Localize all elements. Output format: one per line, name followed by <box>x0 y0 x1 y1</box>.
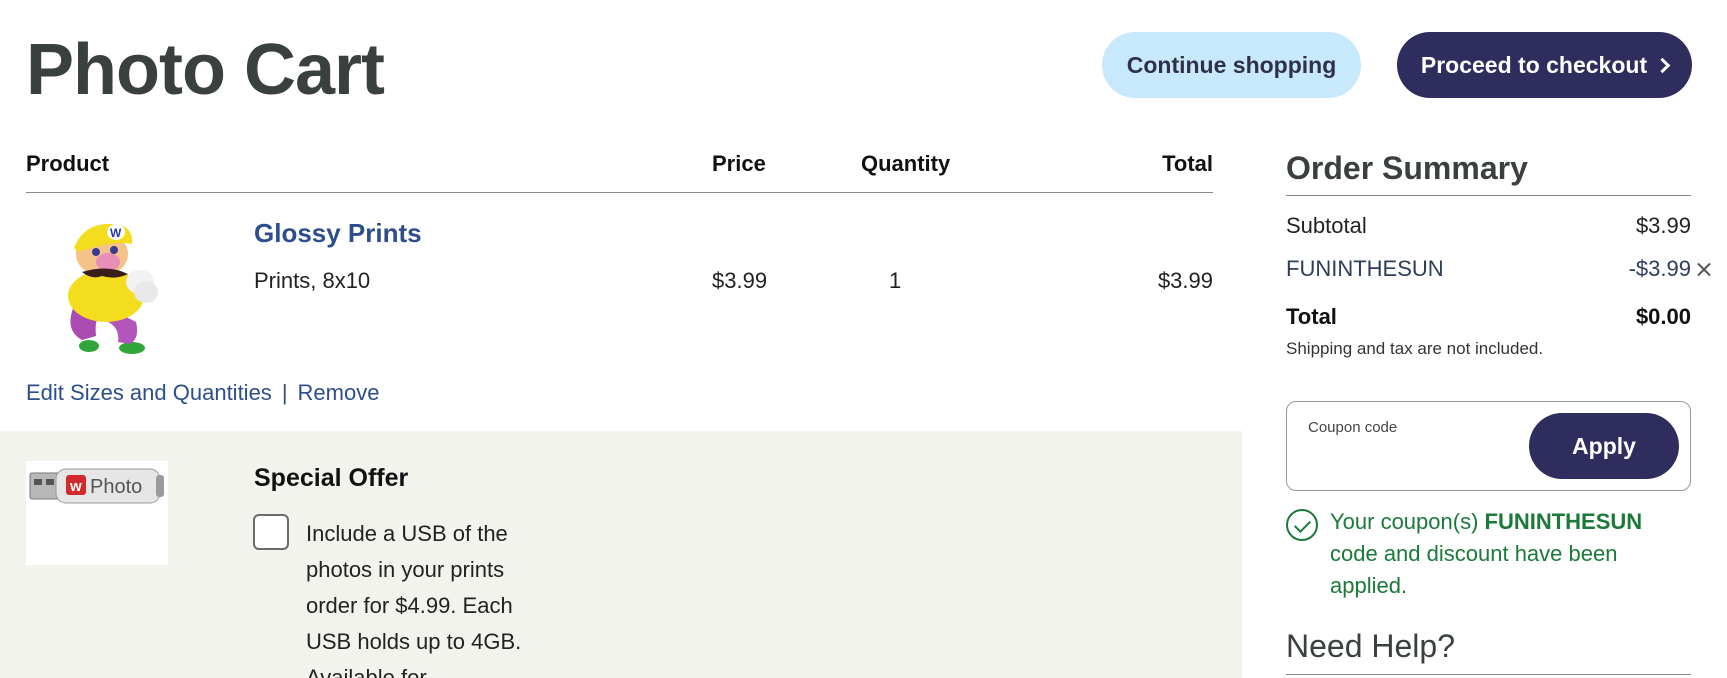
column-header-quantity: Quantity <box>861 151 951 176</box>
page-title: Photo Cart <box>26 30 385 110</box>
special-offer-text: Include a USB of the photos in your prin… <box>306 521 522 678</box>
product-thumbnail[interactable]: W <box>44 218 174 354</box>
need-help-heading: Need Help? <box>1286 628 1455 664</box>
need-help-divider <box>1286 674 1691 675</box>
coupon-code-label: Coupon code <box>1308 419 1398 436</box>
coupon-discount-row: FUNINTHESUN -$3.99 <box>1286 256 1691 282</box>
usb-brand-text: Photo <box>90 476 142 498</box>
apply-coupon-button[interactable]: Apply <box>1529 413 1679 479</box>
proceed-to-checkout-button[interactable]: Proceed to checkout <box>1397 32 1692 98</box>
product-name-link[interactable]: Glossy Prints <box>254 218 422 249</box>
table-header-divider <box>26 192 1213 193</box>
edit-sizes-link[interactable]: Edit Sizes and Quantities <box>26 380 272 406</box>
product-quantity: 1 <box>889 268 902 293</box>
remove-item-link[interactable]: Remove <box>298 380 380 406</box>
coupon-discount-value: -$3.99 <box>1628 256 1691 281</box>
column-header-product: Product <box>26 151 110 176</box>
coupon-code-field: Coupon code Apply <box>1286 401 1691 491</box>
column-header-price: Price <box>712 151 766 176</box>
subtotal-value: $3.99 <box>1635 213 1691 238</box>
total-label: Total <box>1286 304 1337 329</box>
order-summary-title: Order Summary <box>1286 150 1528 186</box>
product-total: $3.99 <box>1157 268 1213 293</box>
total-row: Total $0.00 <box>1286 304 1691 330</box>
usb-drive-image: w Photo <box>26 461 168 565</box>
continue-shopping-button[interactable]: Continue shopping <box>1102 32 1361 98</box>
product-price: $3.99 <box>712 268 768 293</box>
total-value: $0.00 <box>1635 304 1691 329</box>
shipping-tax-note: Shipping and tax are not included. <box>1286 339 1544 358</box>
item-actions: Edit Sizes and Quantities | Remove <box>26 380 379 406</box>
wario-character-image: W <box>68 223 158 354</box>
special-offer-title: Special Offer <box>254 464 409 492</box>
product-description: Prints, 8x10 <box>254 268 371 293</box>
coupon-message-code: FUNINTHESUN <box>1484 509 1643 534</box>
remove-coupon-close-icon[interactable] <box>1697 262 1711 276</box>
svg-text:w: w <box>69 478 82 495</box>
chevron-right-icon <box>1654 57 1671 73</box>
coupon-message-suffix: code and discount have been applied. <box>1330 541 1618 598</box>
check-circle-icon <box>1286 509 1318 541</box>
coupon-message-prefix: Your coupon(s) <box>1330 509 1485 534</box>
checkout-button-label: Proceed to checkout <box>1420 51 1648 78</box>
svg-text:W: W <box>110 226 122 240</box>
subtotal-label: Subtotal <box>1286 213 1367 238</box>
column-header-total: Total <box>1162 151 1213 176</box>
subtotal-row: Subtotal $3.99 <box>1286 213 1691 239</box>
usb-offer-checkbox[interactable] <box>253 514 289 550</box>
special-offer-panel <box>0 431 1242 678</box>
order-summary-divider <box>1286 195 1691 196</box>
applied-coupon-code: FUNINTHESUN <box>1286 256 1444 281</box>
coupon-success-message: Your coupon(s) FUNINTHESUN code and disc… <box>1330 506 1660 602</box>
coupon-code-input[interactable] <box>1307 444 1507 474</box>
link-separator: | <box>281 380 288 405</box>
